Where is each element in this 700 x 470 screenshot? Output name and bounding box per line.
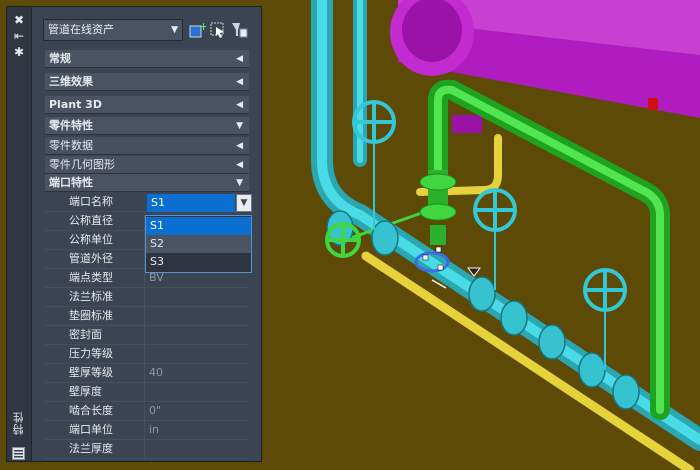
property-name: 端口单位 (69, 423, 113, 436)
property-name: 密封面 (69, 328, 102, 341)
chevron-left-icon: ◀ (236, 100, 243, 110)
property-name: 端点类型 (69, 271, 113, 284)
property-row[interactable]: 壁厚等级 40 (45, 364, 249, 383)
property-row[interactable]: 垫圈标准 (45, 307, 249, 326)
toggle-pickadd-icon[interactable]: + (188, 21, 206, 39)
dropdown-option[interactable]: S2 (146, 235, 251, 253)
property-value (144, 440, 249, 458)
palette-title-bar[interactable]: ✖ ⇤ ✱ 特性 (7, 7, 32, 461)
property-name: 壁厚等级 (69, 366, 113, 379)
property-name: 法兰标准 (69, 290, 113, 303)
category-label: 常规 (49, 52, 71, 65)
palette-content: 管道在线资产 ▼ + 常规 ◀ 三维效果 ◀ Plant 3D ◀ 零件特性 ▼… (31, 7, 261, 461)
palette-title: 特性 (12, 411, 25, 435)
properties-icon (12, 447, 25, 460)
property-value (144, 326, 249, 344)
svg-text:+: + (199, 21, 206, 33)
port-name-dropdown-list: S1 S2 S3 (145, 215, 252, 273)
property-name: 法兰厚度 (69, 442, 113, 455)
category-label: 零件特性 (49, 119, 93, 132)
quick-select-icon[interactable] (230, 21, 248, 39)
category-3d-visualization[interactable]: 三维效果 ◀ (45, 73, 249, 91)
property-name: 管道外径 (69, 252, 113, 265)
category-general[interactable]: 常规 ◀ (45, 50, 249, 68)
dropdown-option-selected[interactable]: S1 (146, 217, 251, 235)
property-name: 端口名称 (69, 195, 113, 208)
property-row[interactable]: 密封面 (45, 326, 249, 345)
property-name: 压力等级 (69, 347, 113, 360)
property-row[interactable]: 端口单位 in (45, 421, 249, 440)
chevron-left-icon: ◀ (236, 77, 243, 87)
port-name-dropdown-button[interactable]: ▼ (236, 194, 252, 212)
property-value: 0" (144, 402, 249, 420)
property-name: 垫圈标准 (69, 309, 113, 322)
chevron-left-icon: ◀ (236, 141, 243, 151)
select-objects-icon[interactable] (209, 21, 227, 39)
chevron-left-icon: ◀ (236, 160, 243, 170)
port-name-input[interactable]: S1 (147, 194, 235, 212)
category-label: 端口特性 (49, 176, 93, 189)
property-name: 公称直径 (69, 214, 113, 227)
category-label: Plant 3D (49, 98, 102, 111)
properties-palette: ✖ ⇤ ✱ 特性 管道在线资产 ▼ + 常规 ◀ 三维效果 ◀ Plant 3D… (6, 6, 262, 462)
property-value (144, 288, 249, 306)
category-port-properties[interactable]: 端口特性 ▼ (45, 174, 249, 192)
chevron-down-icon: ▼ (171, 25, 178, 35)
close-icon[interactable]: ✖ (11, 13, 27, 27)
chevron-down-icon: ▼ (240, 198, 248, 208)
chevron-down-icon: ▼ (236, 121, 243, 131)
category-part-properties[interactable]: 零件特性 ▼ (45, 117, 249, 135)
object-type-value: 管道在线资产 (48, 23, 114, 36)
property-value: 40 (144, 364, 249, 382)
property-name: 啮合长度 (69, 404, 113, 417)
selection-toolbar: 管道在线资产 ▼ + (43, 19, 261, 41)
property-row[interactable]: 法兰厚度 (45, 440, 249, 459)
property-value: in (144, 421, 249, 439)
object-type-select[interactable]: 管道在线资产 ▼ (43, 19, 183, 41)
category-label: 零件数据 (49, 139, 93, 152)
property-value (144, 383, 249, 401)
property-row[interactable]: 法兰标准 (45, 288, 249, 307)
property-name: 壁厚度 (69, 385, 102, 398)
chevron-left-icon: ◀ (236, 54, 243, 64)
auto-hide-icon[interactable]: ⇤ (11, 29, 27, 43)
dropdown-option[interactable]: S3 (146, 253, 251, 271)
category-part-data[interactable]: 零件数据 ◀ (45, 137, 249, 155)
property-row[interactable]: 压力等级 (45, 345, 249, 364)
property-row[interactable]: 啮合长度 0" (45, 402, 249, 421)
settings-icon[interactable]: ✱ (11, 45, 27, 59)
property-name: 公称单位 (69, 233, 113, 246)
property-value (144, 345, 249, 363)
property-value (144, 307, 249, 325)
chevron-down-icon: ▼ (236, 178, 243, 188)
category-label: 三维效果 (49, 75, 93, 88)
property-row[interactable]: 壁厚度 (45, 383, 249, 402)
category-part-geometry[interactable]: 零件几何图形 ◀ (45, 156, 249, 174)
category-label: 零件几何图形 (49, 158, 115, 171)
category-plant-3d[interactable]: Plant 3D ◀ (45, 96, 249, 114)
